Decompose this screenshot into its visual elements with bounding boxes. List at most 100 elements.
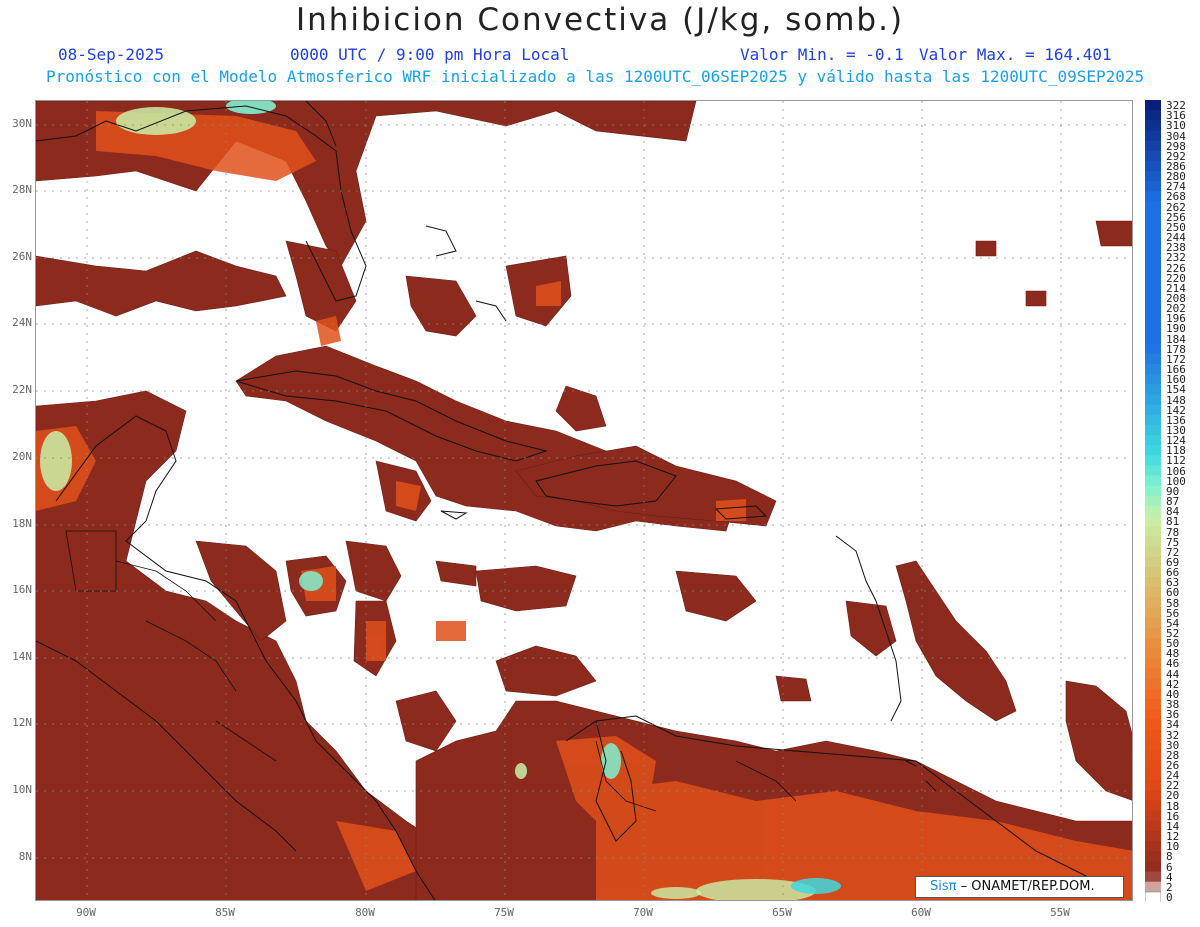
- lat-label: 20N: [12, 450, 32, 463]
- colorbar-swatch: [1145, 749, 1161, 761]
- colorbar-swatch: [1145, 100, 1161, 111]
- colorbar-swatch: [1145, 577, 1161, 588]
- lon-label: 60W: [911, 906, 931, 919]
- colorbar-swatch: [1145, 729, 1161, 741]
- colorbar-swatch: [1145, 242, 1161, 253]
- lat-label: 26N: [12, 250, 32, 263]
- lat-label: 18N: [12, 517, 32, 530]
- colorbar-swatch: [1145, 688, 1161, 700]
- colorbar-swatch: [1145, 638, 1161, 649]
- colorbar-swatch: [1145, 526, 1161, 538]
- lon-label: 75W: [494, 906, 514, 919]
- lat-label: 24N: [12, 316, 32, 329]
- colorbar-swatch: [1145, 658, 1161, 669]
- lat-label: 22N: [12, 383, 32, 396]
- colorbar-swatch: [1145, 648, 1161, 659]
- colorbar-swatch: [1145, 810, 1161, 822]
- colorbar-swatch: [1145, 597, 1161, 609]
- colorbar-swatch: [1145, 495, 1161, 507]
- colorbar-swatch: [1145, 851, 1161, 862]
- colorbar-swatch: [1145, 719, 1161, 730]
- colorbar-swatch: [1145, 566, 1161, 578]
- colorbar-swatch: [1145, 282, 1161, 294]
- colorbar-swatch: [1145, 445, 1161, 456]
- colorbar-swatch: [1145, 506, 1161, 517]
- lat-label: 16N: [12, 583, 32, 596]
- credit-box: Sisπ – ONAMET/REP.DOM.: [915, 876, 1124, 898]
- colorbar-swatch: [1145, 780, 1161, 791]
- colorbar-label: 0: [1166, 890, 1173, 904]
- colorbar-swatch: [1145, 394, 1161, 406]
- value-min: Valor Min. = -0.1: [740, 45, 904, 64]
- colorbar-swatch: [1145, 303, 1161, 314]
- colorbar-swatch: [1145, 252, 1161, 263]
- colorbar-swatch: [1145, 313, 1161, 324]
- colorbar-swatch: [1145, 262, 1161, 274]
- colorbar-swatch: [1145, 404, 1161, 416]
- colorbar-swatch: [1145, 140, 1161, 152]
- colorbar-swatch: [1145, 323, 1161, 334]
- colorbar-swatch: [1145, 363, 1161, 375]
- colorbar-swatch: [1145, 607, 1161, 619]
- colorbar: [1145, 100, 1161, 902]
- lat-label: 28N: [12, 183, 32, 196]
- colorbar-swatch: [1145, 160, 1161, 172]
- forecast-description: Pronóstico con el Modelo Atmosferico WRF…: [46, 67, 1145, 86]
- colorbar-swatch: [1145, 201, 1161, 213]
- colorbar-swatch: [1145, 384, 1161, 395]
- colorbar-swatch: [1145, 770, 1161, 781]
- lat-label: 30N: [12, 117, 32, 130]
- colorbar-swatch: [1145, 841, 1161, 852]
- colorbar-swatch: [1145, 820, 1161, 832]
- colorbar-swatch: [1145, 800, 1161, 812]
- lon-label: 65W: [772, 906, 792, 919]
- lat-label: 10N: [12, 783, 32, 796]
- colorbar-swatch: [1145, 617, 1161, 629]
- credit-org: – ONAMET/REP.DOM.: [960, 879, 1095, 894]
- colorbar-swatch: [1145, 698, 1161, 710]
- lon-label: 90W: [76, 906, 96, 919]
- colorbar-swatch: [1145, 374, 1161, 385]
- colorbar-swatch: [1145, 739, 1161, 751]
- colorbar-swatch: [1145, 871, 1161, 883]
- colorbar-swatch: [1145, 191, 1161, 203]
- lon-label: 70W: [633, 906, 653, 919]
- colorbar-swatch: [1145, 709, 1161, 720]
- colorbar-swatch: [1145, 891, 1161, 902]
- colorbar-swatch: [1145, 546, 1161, 558]
- colorbar-swatch: [1145, 353, 1161, 365]
- forecast-date: 08-Sep-2025: [58, 45, 164, 64]
- colorbar-swatch: [1145, 881, 1161, 893]
- colorbar-swatch: [1145, 668, 1161, 680]
- forecast-time: 0000 UTC / 9:00 pm Hora Local: [290, 45, 570, 64]
- colorbar-swatch: [1145, 221, 1161, 233]
- colorbar-swatch: [1145, 485, 1161, 497]
- colorbar-swatch: [1145, 414, 1161, 426]
- colorbar-swatch: [1145, 120, 1161, 131]
- lon-label: 55W: [1050, 906, 1070, 919]
- lon-label: 85W: [215, 906, 235, 919]
- colorbar-swatch: [1145, 465, 1161, 477]
- colorbar-swatch: [1145, 333, 1161, 345]
- colorbar-swatch: [1145, 627, 1161, 639]
- lon-label: 80W: [355, 906, 375, 919]
- colorbar-swatch: [1145, 556, 1161, 568]
- colorbar-swatch: [1145, 181, 1161, 192]
- chart-title: Inhibicion Convectiva (J/kg, somb.): [295, 2, 905, 38]
- colorbar-swatch: [1145, 759, 1161, 771]
- colorbar-swatch: [1145, 424, 1161, 436]
- map-canvas: [36, 101, 1132, 900]
- colorbar-swatch: [1145, 211, 1161, 223]
- colorbar-swatch: [1145, 516, 1161, 527]
- colorbar-swatch: [1145, 790, 1161, 801]
- lat-label: 8N: [18, 850, 32, 863]
- colorbar-swatch: [1145, 587, 1161, 598]
- colorbar-swatch: [1145, 292, 1161, 304]
- colorbar-swatch: [1145, 130, 1161, 142]
- colorbar-swatch: [1145, 830, 1161, 842]
- colorbar-swatch: [1145, 110, 1161, 121]
- colorbar-swatch: [1145, 343, 1161, 355]
- lat-label: 12N: [12, 716, 32, 729]
- colorbar-swatch: [1145, 435, 1161, 446]
- colorbar-swatch: [1145, 455, 1161, 466]
